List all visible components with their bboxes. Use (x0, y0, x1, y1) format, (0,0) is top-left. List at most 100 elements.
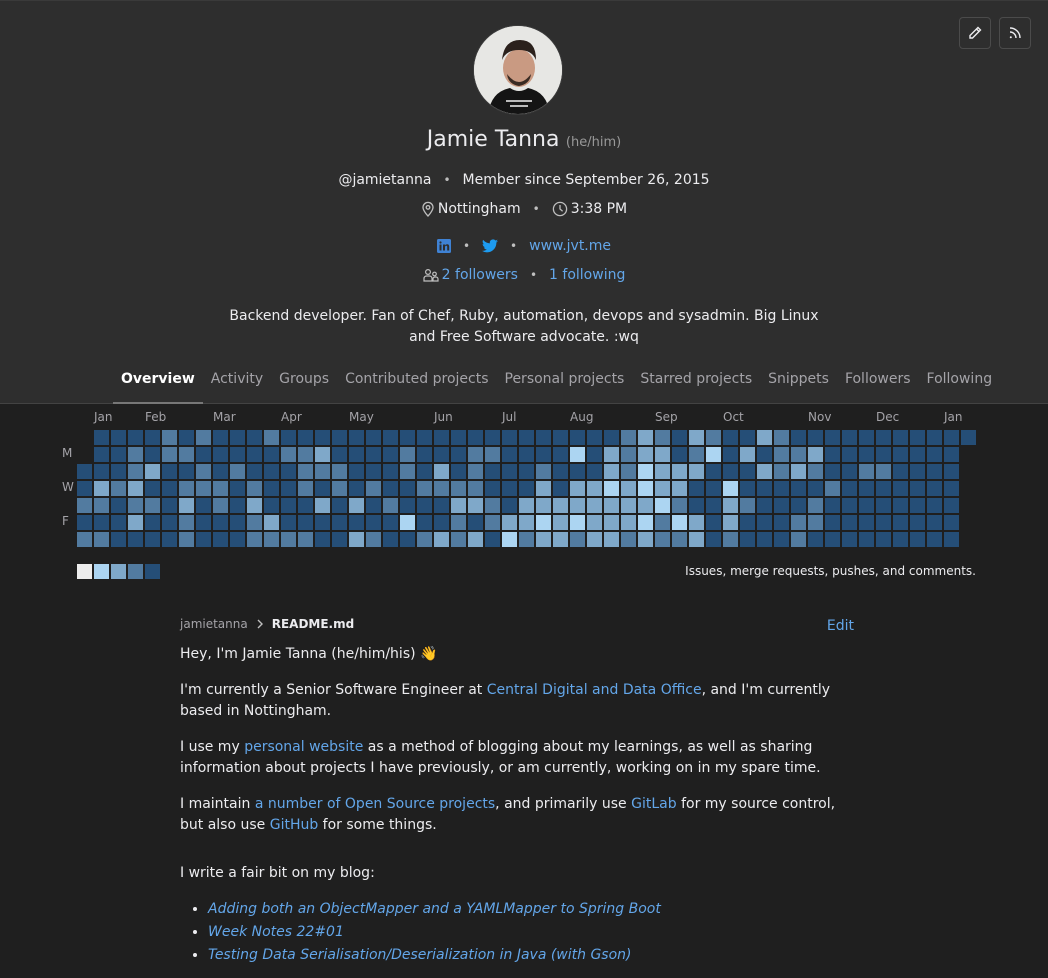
contribution-cell[interactable] (774, 447, 789, 462)
contribution-cell[interactable] (230, 498, 245, 513)
contribution-cell[interactable] (111, 532, 126, 547)
contribution-cell[interactable] (349, 498, 364, 513)
contribution-cell[interactable] (145, 447, 160, 462)
contribution-cell[interactable] (706, 464, 721, 479)
contribution-cell[interactable] (536, 515, 551, 530)
contribution-cell[interactable] (774, 532, 789, 547)
contribution-cell[interactable] (706, 481, 721, 496)
contribution-cell[interactable] (740, 532, 755, 547)
contribution-cell[interactable] (179, 464, 194, 479)
contribution-cell[interactable] (417, 447, 432, 462)
contribution-cell[interactable] (315, 515, 330, 530)
contribution-cell[interactable] (876, 447, 891, 462)
contribution-cell[interactable] (196, 430, 211, 445)
contribution-cell[interactable] (196, 464, 211, 479)
contribution-cell[interactable] (842, 532, 857, 547)
contribution-cell[interactable] (587, 464, 602, 479)
contribution-cell[interactable] (468, 481, 483, 496)
contribution-cell[interactable] (587, 532, 602, 547)
contribution-cell[interactable] (655, 498, 670, 513)
contribution-cell[interactable] (298, 430, 313, 445)
contribution-cell[interactable] (842, 515, 857, 530)
contribution-cell[interactable] (230, 481, 245, 496)
contribution-cell[interactable] (825, 447, 840, 462)
contribution-cell[interactable] (179, 515, 194, 530)
contribution-cell[interactable] (927, 481, 942, 496)
contribution-cell[interactable] (519, 532, 534, 547)
contribution-cell[interactable] (366, 481, 381, 496)
contribution-cell[interactable] (808, 515, 823, 530)
contribution-cell[interactable] (264, 515, 279, 530)
contribution-cell[interactable] (400, 498, 415, 513)
contribution-cell[interactable] (842, 430, 857, 445)
contribution-cell[interactable] (689, 481, 704, 496)
contribution-cell[interactable] (145, 515, 160, 530)
contribution-cell[interactable] (536, 430, 551, 445)
contribution-cell[interactable] (315, 430, 330, 445)
contribution-cell[interactable] (774, 430, 789, 445)
contribution-cell[interactable] (655, 430, 670, 445)
contribution-cell[interactable] (791, 515, 806, 530)
contribution-cell[interactable] (536, 498, 551, 513)
contribution-cell[interactable] (706, 515, 721, 530)
contribution-cell[interactable] (332, 447, 347, 462)
contribution-cell[interactable] (451, 430, 466, 445)
contribution-cell[interactable] (417, 532, 432, 547)
contribution-cell[interactable] (536, 464, 551, 479)
contribution-cell[interactable] (842, 481, 857, 496)
contribution-cell[interactable] (451, 498, 466, 513)
contribution-cell[interactable] (196, 498, 211, 513)
contribution-cell[interactable] (315, 447, 330, 462)
contribution-cell[interactable] (94, 464, 109, 479)
contribution-cell[interactable] (638, 430, 653, 445)
tab-following[interactable]: Following (919, 361, 1001, 404)
contribution-cell[interactable] (604, 532, 619, 547)
contribution-cell[interactable] (655, 515, 670, 530)
contribution-cell[interactable] (383, 464, 398, 479)
contribution-cell[interactable] (468, 447, 483, 462)
contribution-cell[interactable] (519, 430, 534, 445)
contribution-cell[interactable] (349, 532, 364, 547)
contribution-cell[interactable] (723, 498, 738, 513)
contribution-cell[interactable] (128, 447, 143, 462)
contribution-cell[interactable] (485, 464, 500, 479)
contribution-cell[interactable] (961, 430, 976, 445)
contribution-cell[interactable] (655, 481, 670, 496)
contribution-cell[interactable] (434, 481, 449, 496)
contribution-cell[interactable] (383, 447, 398, 462)
contribution-cell[interactable] (128, 498, 143, 513)
contribution-cell[interactable] (553, 532, 568, 547)
contribution-cell[interactable] (774, 515, 789, 530)
contribution-cell[interactable] (162, 498, 177, 513)
contribution-cell[interactable] (723, 447, 738, 462)
tab-snippets[interactable]: Snippets (760, 361, 837, 404)
contribution-cell[interactable] (94, 498, 109, 513)
contribution-cell[interactable] (196, 532, 211, 547)
contribution-cell[interactable] (213, 532, 228, 547)
contribution-cell[interactable] (77, 515, 92, 530)
contribution-cell[interactable] (298, 464, 313, 479)
contribution-cell[interactable] (910, 498, 925, 513)
contribution-cell[interactable] (774, 498, 789, 513)
contribution-cell[interactable] (859, 464, 874, 479)
contribution-cell[interactable] (281, 532, 296, 547)
contribution-cell[interactable] (944, 481, 959, 496)
contribution-cell[interactable] (179, 481, 194, 496)
contribution-cell[interactable] (417, 464, 432, 479)
contribution-cell[interactable] (145, 464, 160, 479)
contribution-cell[interactable] (723, 430, 738, 445)
contribution-cell[interactable] (859, 447, 874, 462)
twitter-link[interactable] (482, 238, 499, 254)
contribution-cell[interactable] (400, 430, 415, 445)
contribution-cell[interactable] (757, 464, 772, 479)
contribution-cell[interactable] (689, 515, 704, 530)
contribution-cell[interactable] (672, 498, 687, 513)
contribution-cell[interactable] (859, 532, 874, 547)
contribution-cell[interactable] (723, 464, 738, 479)
contribution-cell[interactable] (672, 464, 687, 479)
contribution-cell[interactable] (825, 498, 840, 513)
contribution-cell[interactable] (451, 532, 466, 547)
contribution-cell[interactable] (502, 498, 517, 513)
contribution-cell[interactable] (638, 515, 653, 530)
contribution-cell[interactable] (570, 532, 585, 547)
